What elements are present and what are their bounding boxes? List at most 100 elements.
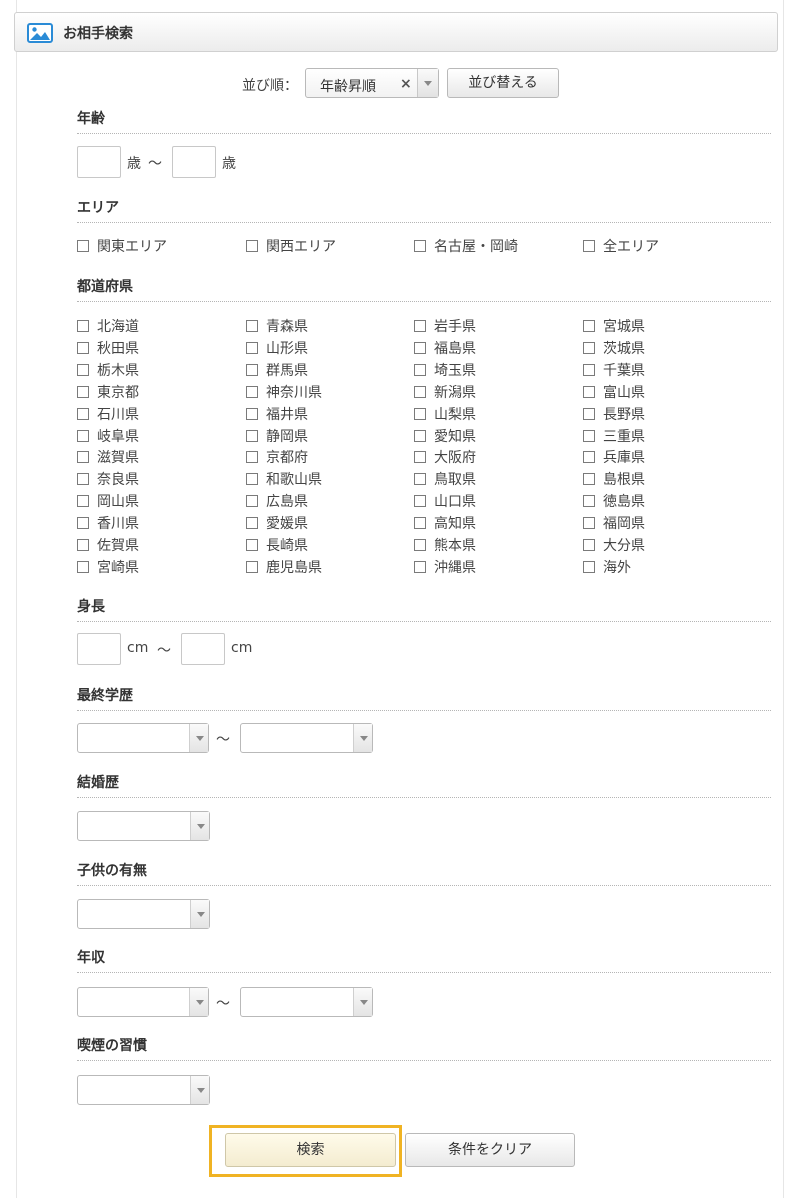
prefecture-checkbox[interactable] [246, 473, 258, 486]
area-label[interactable]: 関西エリア [266, 236, 336, 256]
area-label[interactable]: 名古屋・岡崎 [434, 236, 518, 256]
prefecture-label[interactable]: 佐賀県 [97, 535, 139, 555]
clear-icon[interactable]: × [400, 76, 412, 92]
prefecture-label[interactable]: 沖縄県 [434, 557, 476, 577]
dropdown-arrow[interactable] [190, 900, 209, 928]
marriage-select[interactable] [77, 811, 210, 841]
prefecture-checkbox[interactable] [77, 517, 89, 530]
prefecture-checkbox[interactable] [246, 560, 258, 573]
prefecture-label[interactable]: 神奈川県 [266, 382, 322, 402]
dropdown-arrow[interactable] [189, 988, 208, 1016]
prefecture-checkbox[interactable] [77, 385, 89, 398]
prefecture-checkbox[interactable] [246, 363, 258, 376]
prefecture-label[interactable]: 富山県 [603, 382, 645, 402]
prefecture-checkbox[interactable] [414, 341, 426, 354]
children-select[interactable] [77, 899, 210, 929]
prefecture-checkbox[interactable] [583, 363, 595, 376]
prefecture-checkbox[interactable] [77, 539, 89, 551]
prefecture-label[interactable]: 岩手県 [434, 316, 476, 336]
prefecture-checkbox[interactable] [414, 495, 426, 508]
income-max-select[interactable] [240, 987, 373, 1017]
prefecture-checkbox[interactable] [77, 320, 89, 332]
prefecture-label[interactable]: 東京都 [97, 382, 139, 402]
prefecture-label[interactable]: 山梨県 [434, 404, 476, 424]
sort-button[interactable]: 並び替える [447, 68, 559, 98]
prefecture-checkbox[interactable] [414, 363, 426, 376]
area-label[interactable]: 関東エリア [97, 236, 167, 256]
dropdown-arrow[interactable] [189, 724, 208, 752]
prefecture-label[interactable]: 山形県 [266, 338, 308, 358]
prefecture-checkbox[interactable] [583, 495, 595, 508]
area-checkbox[interactable] [77, 240, 89, 252]
sort-order-select[interactable]: 年齢昇順 × [305, 68, 439, 98]
prefecture-label[interactable]: 静岡県 [266, 426, 308, 446]
dropdown-arrow[interactable] [353, 724, 372, 752]
prefecture-checkbox[interactable] [414, 517, 426, 530]
height-max-input[interactable] [181, 633, 225, 665]
prefecture-label[interactable]: 和歌山県 [266, 469, 322, 489]
prefecture-label[interactable]: 愛知県 [434, 426, 476, 446]
prefecture-label[interactable]: 長野県 [603, 404, 645, 424]
prefecture-label[interactable]: 兵庫県 [603, 447, 645, 467]
prefecture-checkbox[interactable] [414, 429, 426, 442]
prefecture-label[interactable]: 宮崎県 [97, 557, 139, 577]
prefecture-checkbox[interactable] [77, 473, 89, 486]
education-max-select[interactable] [240, 723, 373, 753]
prefecture-label[interactable]: 大分県 [603, 535, 645, 555]
prefecture-checkbox[interactable] [77, 407, 89, 420]
prefecture-checkbox[interactable] [583, 320, 595, 332]
prefecture-label[interactable]: 栃木県 [97, 360, 139, 380]
prefecture-label[interactable]: 鳥取県 [434, 469, 476, 489]
area-checkbox[interactable] [414, 240, 426, 252]
prefecture-label[interactable]: 島根県 [603, 469, 645, 489]
prefecture-checkbox[interactable] [414, 473, 426, 486]
prefecture-label[interactable]: 広島県 [266, 491, 308, 511]
prefecture-label[interactable]: 茨城県 [603, 338, 645, 358]
prefecture-checkbox[interactable] [414, 539, 426, 551]
prefecture-checkbox[interactable] [246, 341, 258, 354]
prefecture-label[interactable]: 秋田県 [97, 338, 139, 358]
prefecture-checkbox[interactable] [246, 407, 258, 420]
prefecture-checkbox[interactable] [583, 517, 595, 530]
prefecture-label[interactable]: 宮城県 [603, 316, 645, 336]
prefecture-label[interactable]: 奈良県 [97, 469, 139, 489]
prefecture-label[interactable]: 千葉県 [603, 360, 645, 380]
area-checkbox[interactable] [246, 240, 258, 252]
prefecture-checkbox[interactable] [246, 539, 258, 551]
dropdown-arrow[interactable] [353, 988, 372, 1016]
prefecture-checkbox[interactable] [583, 341, 595, 354]
income-min-select[interactable] [77, 987, 209, 1017]
prefecture-label[interactable]: 滋賀県 [97, 447, 139, 467]
prefecture-checkbox[interactable] [583, 560, 595, 573]
area-label[interactable]: 全エリア [603, 236, 659, 256]
sort-dropdown-arrow[interactable] [417, 69, 438, 97]
prefecture-checkbox[interactable] [583, 539, 595, 551]
prefecture-checkbox[interactable] [246, 451, 258, 464]
prefecture-label[interactable]: 岐阜県 [97, 426, 139, 446]
height-min-input[interactable] [77, 633, 121, 665]
prefecture-label[interactable]: 群馬県 [266, 360, 308, 380]
prefecture-label[interactable]: 三重県 [603, 426, 645, 446]
prefecture-checkbox[interactable] [583, 385, 595, 398]
prefecture-checkbox[interactable] [414, 560, 426, 573]
prefecture-checkbox[interactable] [246, 517, 258, 530]
prefecture-label[interactable]: 青森県 [266, 316, 308, 336]
prefecture-checkbox[interactable] [246, 429, 258, 442]
prefecture-label[interactable]: 愛媛県 [266, 513, 308, 533]
prefecture-checkbox[interactable] [414, 451, 426, 464]
prefecture-checkbox[interactable] [583, 407, 595, 420]
prefecture-label[interactable]: 福島県 [434, 338, 476, 358]
dropdown-arrow[interactable] [190, 812, 209, 840]
prefecture-label[interactable]: 山口県 [434, 491, 476, 511]
prefecture-checkbox[interactable] [246, 495, 258, 508]
prefecture-label[interactable]: 石川県 [97, 404, 139, 424]
prefecture-checkbox[interactable] [583, 473, 595, 486]
dropdown-arrow[interactable] [190, 1076, 209, 1104]
prefecture-checkbox[interactable] [414, 407, 426, 420]
search-button[interactable]: 検索 [225, 1133, 396, 1167]
prefecture-label[interactable]: 熊本県 [434, 535, 476, 555]
prefecture-checkbox[interactable] [77, 560, 89, 573]
prefecture-checkbox[interactable] [414, 320, 426, 332]
prefecture-checkbox[interactable] [77, 429, 89, 442]
prefecture-label[interactable]: 大阪府 [434, 447, 476, 467]
